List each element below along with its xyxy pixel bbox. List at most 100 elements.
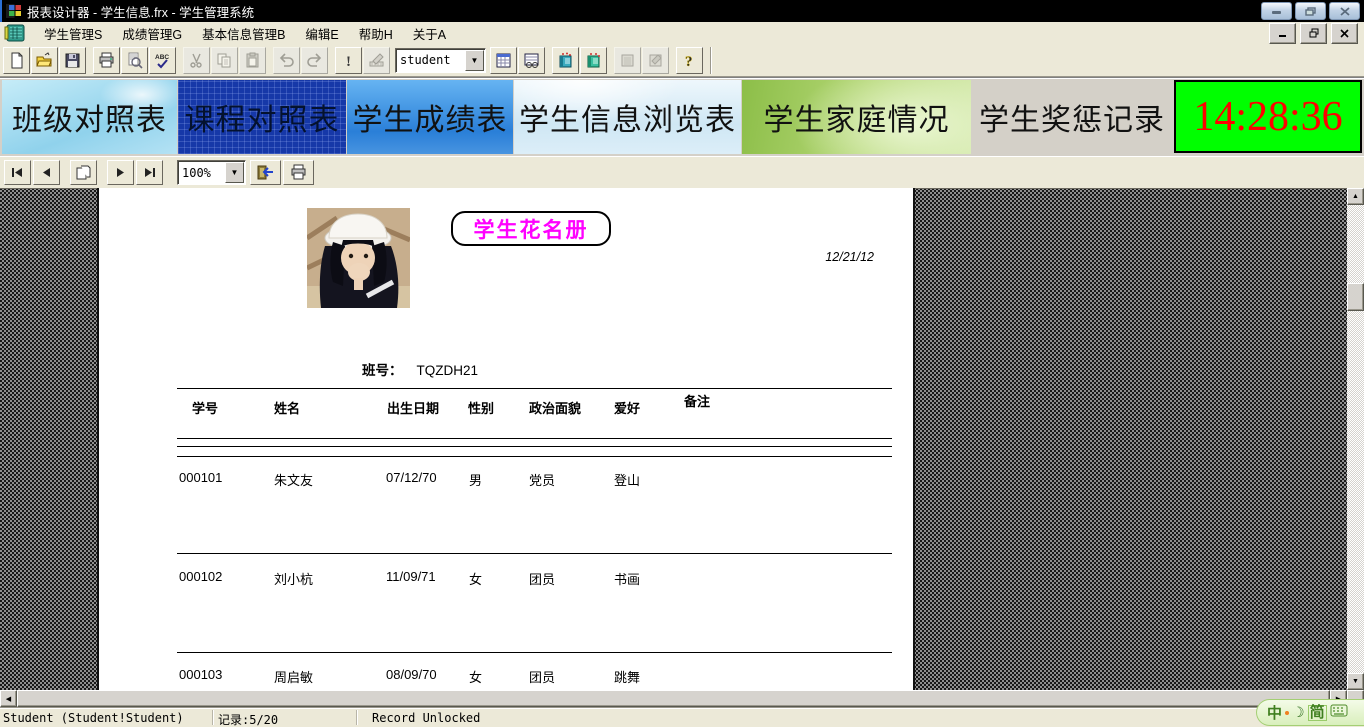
open-report-button[interactable] — [31, 46, 58, 74]
last-page-button[interactable] — [136, 160, 163, 185]
design-mode-button[interactable] — [363, 46, 390, 74]
cell-sex: 女 — [469, 572, 483, 587]
vertical-scrollbar[interactable]: ▲ ▼ — [1347, 188, 1364, 690]
mdi-close-button[interactable] — [1331, 22, 1358, 44]
prev-page-button[interactable] — [33, 160, 60, 185]
cell-name: 朱文友 — [274, 473, 314, 488]
next-page-button[interactable] — [107, 160, 134, 185]
group-edit-button[interactable] — [614, 46, 641, 74]
report-title: 学生花名册 — [473, 217, 589, 242]
tab-student-rewards[interactable]: 学生奖惩记录 — [974, 80, 1170, 154]
svg-text:?: ? — [685, 54, 693, 69]
first-page-button[interactable] — [4, 160, 31, 185]
band-edit-button[interactable] — [642, 46, 669, 74]
status-lock-state: Record Unlocked — [372, 711, 481, 725]
dataset-combobox[interactable]: student ▼ — [395, 47, 486, 73]
tab-student-grades[interactable]: 学生成绩表 — [347, 80, 513, 154]
mdi-restore-button[interactable] — [1300, 22, 1327, 44]
tab-label: 班级对照表 — [12, 104, 167, 137]
cell-hobby: 跳舞 — [614, 670, 641, 685]
cell-politics: 团员 — [529, 572, 556, 587]
svg-text:ABC: ABC — [155, 54, 169, 61]
form-icon — [4, 24, 26, 42]
menu-item-about[interactable]: 关于A — [403, 22, 456, 45]
horizontal-scroll-thumb[interactable] — [17, 690, 1330, 707]
menu-item-help[interactable]: 帮助H — [349, 22, 403, 45]
horizontal-scrollbar[interactable]: ◀ ▶ — [0, 690, 1364, 707]
status-divider — [212, 710, 213, 725]
ime-indicator[interactable]: 中 ☽ 简 — [1256, 699, 1364, 726]
rule-line — [177, 388, 892, 389]
cell-sex: 男 — [469, 473, 483, 488]
class-number-row: 班号： TQZDH21 — [362, 359, 478, 379]
menu-item-edit[interactable]: 编辑E — [295, 22, 348, 45]
fields-list-button[interactable] — [518, 46, 545, 74]
cut-button[interactable] — [183, 46, 210, 74]
grid-toggle-button[interactable] — [490, 46, 517, 74]
report-page: 学生花名册 12/21/12 班号： TQZDH21 学号 姓名 出生日期 性别 … — [97, 188, 915, 707]
minimize-button[interactable] — [1261, 2, 1292, 20]
zoom-combobox-value: 100% — [182, 165, 211, 180]
app-window: 报表设计器 - 学生信息.frx - 学生管理系统 学生管理S 成绩管理G 基本… — [0, 0, 1364, 727]
preview-print-button[interactable] — [283, 160, 314, 185]
menu-bar: 学生管理S 成绩管理G 基本信息管理B 编辑E 帮助H 关于A — [0, 22, 1364, 45]
class-number-value: TQZDH21 — [416, 363, 479, 378]
dataset-combobox-dropdown-icon[interactable]: ▼ — [465, 49, 484, 71]
student-photo — [305, 208, 411, 308]
menu-item-student[interactable]: 学生管理S — [34, 22, 112, 45]
data-dictionary-button[interactable] — [552, 46, 579, 74]
rule-line — [177, 438, 892, 439]
dataset-combobox-value: student — [400, 53, 451, 67]
zoom-combobox[interactable]: 100% ▼ — [177, 160, 246, 185]
title-bar: 报表设计器 - 学生信息.frx - 学生管理系统 — [0, 0, 1364, 22]
new-report-button[interactable] — [3, 46, 30, 74]
col-header-birth: 出生日期 — [387, 401, 440, 416]
report-title-box: 学生花名册 — [451, 211, 611, 246]
cell-birth: 08/09/70 — [386, 667, 437, 682]
col-header-hobby: 爱好 — [614, 401, 641, 416]
ime-simplified-button[interactable]: 简 — [1307, 704, 1327, 721]
paste-button[interactable] — [239, 46, 266, 74]
mdi-minimize-button[interactable] — [1269, 22, 1296, 44]
variables-list-button[interactable] — [580, 46, 607, 74]
scroll-up-icon[interactable]: ▲ — [1347, 188, 1364, 205]
vertical-scroll-thumb[interactable] — [1347, 283, 1364, 311]
cell-id: 000103 — [179, 667, 223, 682]
cell-birth: 11/09/71 — [386, 569, 436, 584]
help-button[interactable]: ? — [676, 46, 703, 74]
scroll-left-icon[interactable]: ◀ — [0, 690, 17, 707]
print-preview-button[interactable] — [121, 46, 148, 74]
undo-button[interactable] — [273, 46, 300, 74]
print-button[interactable] — [93, 46, 120, 74]
tab-student-info-browse[interactable]: 学生信息浏览表 — [514, 80, 741, 154]
spellcheck-button[interactable]: ABC — [149, 46, 176, 74]
rule-line — [177, 652, 892, 653]
tab-class-list[interactable]: 班级对照表 — [2, 80, 177, 154]
restore-button[interactable] — [1295, 2, 1326, 20]
app-icon — [5, 3, 23, 19]
pages-button[interactable] — [70, 160, 97, 185]
menu-item-grades[interactable]: 成绩管理G — [112, 22, 192, 45]
close-preview-button[interactable] — [250, 160, 281, 185]
run-report-button[interactable]: ! — [335, 46, 362, 74]
ime-keyboard-icon[interactable] — [1330, 704, 1348, 722]
cell-id: 000101 — [179, 470, 223, 485]
ime-language-button[interactable]: 中 — [1267, 702, 1282, 723]
redo-button[interactable] — [301, 46, 328, 74]
rule-line — [177, 553, 892, 554]
save-report-button[interactable] — [59, 46, 86, 74]
copy-button[interactable] — [211, 46, 238, 74]
close-button[interactable] — [1329, 2, 1360, 20]
menu-item-basicinfo[interactable]: 基本信息管理B — [192, 22, 295, 45]
zoom-combobox-dropdown-icon[interactable]: ▼ — [225, 162, 244, 183]
report-preview-area: 学生花名册 12/21/12 班号： TQZDH21 学号 姓名 出生日期 性别 … — [0, 188, 1364, 707]
tab-label: 学生成绩表 — [352, 104, 508, 137]
rule-line — [177, 446, 892, 447]
ime-fullhalf-moon-icon[interactable]: ☽ — [1292, 704, 1305, 721]
col-header-politics: 政治面貌 — [529, 401, 582, 416]
tab-student-family[interactable]: 学生家庭情况 — [742, 80, 971, 154]
scroll-down-icon[interactable]: ▼ — [1347, 673, 1364, 690]
tab-label: 课程对照表 — [184, 104, 340, 137]
tab-course-list[interactable]: 课程对照表 — [178, 80, 346, 154]
col-header-id: 学号 — [192, 401, 219, 416]
